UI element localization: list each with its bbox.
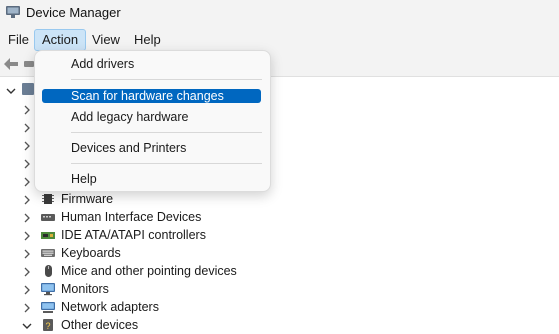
chevron-right-icon[interactable] (24, 231, 30, 241)
chevron-right-icon[interactable] (24, 303, 30, 313)
menu-separator (71, 132, 262, 133)
tree-item-label: Human Interface Devices (61, 210, 202, 224)
computer-icon (22, 83, 34, 95)
menu-action[interactable]: Action (34, 29, 87, 51)
tree-item-keyboards[interactable]: Keyboards (0, 244, 559, 262)
menu-item-help[interactable]: Help (42, 172, 261, 186)
hid-icon (41, 214, 55, 221)
chevron-right-icon[interactable] (24, 141, 30, 151)
action-menu-dropdown: Add drivers Scan for hardware changes Ad… (34, 50, 271, 192)
menu-help[interactable]: Help (126, 29, 169, 51)
chevron-right-icon[interactable] (24, 195, 30, 205)
tree-item-monitors[interactable]: Monitors (0, 280, 559, 298)
network-adapter-icon (41, 302, 55, 313)
tree-item-other-devices[interactable]: ? Other devices (0, 316, 559, 334)
device-manager-app-icon (6, 6, 20, 18)
menu-separator (71, 79, 262, 80)
back-arrow-icon[interactable] (3, 57, 19, 71)
tree-item-label: IDE ATA/ATAPI controllers (61, 228, 206, 242)
chevron-right-icon[interactable] (24, 159, 30, 169)
tree-item-label: Network adapters (61, 300, 159, 314)
menu-file[interactable]: File (0, 29, 37, 51)
tree-item-label: Monitors (61, 282, 109, 296)
firmware-icon (42, 194, 54, 204)
ide-controller-icon (41, 232, 55, 239)
chevron-right-icon[interactable] (24, 123, 30, 133)
chevron-right-icon[interactable] (24, 285, 30, 295)
tree-item-label: Other devices (61, 318, 139, 332)
other-devices-icon: ? (43, 319, 53, 331)
chevron-down-icon[interactable] (6, 87, 16, 95)
menu-separator (71, 163, 262, 164)
tree-item-label: Firmware (61, 192, 114, 206)
tree-item-human-interface-devices[interactable]: Human Interface Devices (0, 208, 559, 226)
menu-bar: File Action View Help (0, 26, 559, 52)
window-title: Device Manager (26, 5, 121, 20)
chevron-down-icon[interactable] (22, 322, 32, 330)
svg-text:?: ? (45, 321, 50, 331)
chevron-right-icon[interactable] (24, 267, 30, 277)
chevron-right-icon[interactable] (24, 105, 30, 115)
chevron-right-icon[interactable] (24, 213, 30, 223)
tree-item-label: Keyboards (61, 246, 121, 260)
monitor-icon (41, 283, 55, 296)
chevron-right-icon[interactable] (24, 177, 30, 187)
tree-item-ide-controllers[interactable]: IDE ATA/ATAPI controllers (0, 226, 559, 244)
keyboard-icon (41, 249, 55, 257)
menu-item-devices-and-printers[interactable]: Devices and Printers (42, 141, 261, 155)
tree-item-firmware[interactable]: Firmware (0, 190, 559, 208)
chevron-right-icon[interactable] (24, 249, 30, 259)
menu-item-add-drivers[interactable]: Add drivers (42, 57, 261, 71)
menu-item-scan-for-hardware-changes[interactable]: Scan for hardware changes (42, 89, 261, 103)
mouse-icon (45, 265, 52, 277)
title-bar: Device Manager (0, 0, 559, 26)
menu-view[interactable]: View (84, 29, 128, 51)
tree-item-network-adapters[interactable]: Network adapters (0, 298, 559, 316)
toolbar-button-icon[interactable] (24, 61, 34, 67)
menu-item-add-legacy-hardware[interactable]: Add legacy hardware (42, 110, 261, 124)
tree-item-mice[interactable]: Mice and other pointing devices (0, 262, 559, 280)
tree-item-label: Mice and other pointing devices (61, 264, 237, 278)
